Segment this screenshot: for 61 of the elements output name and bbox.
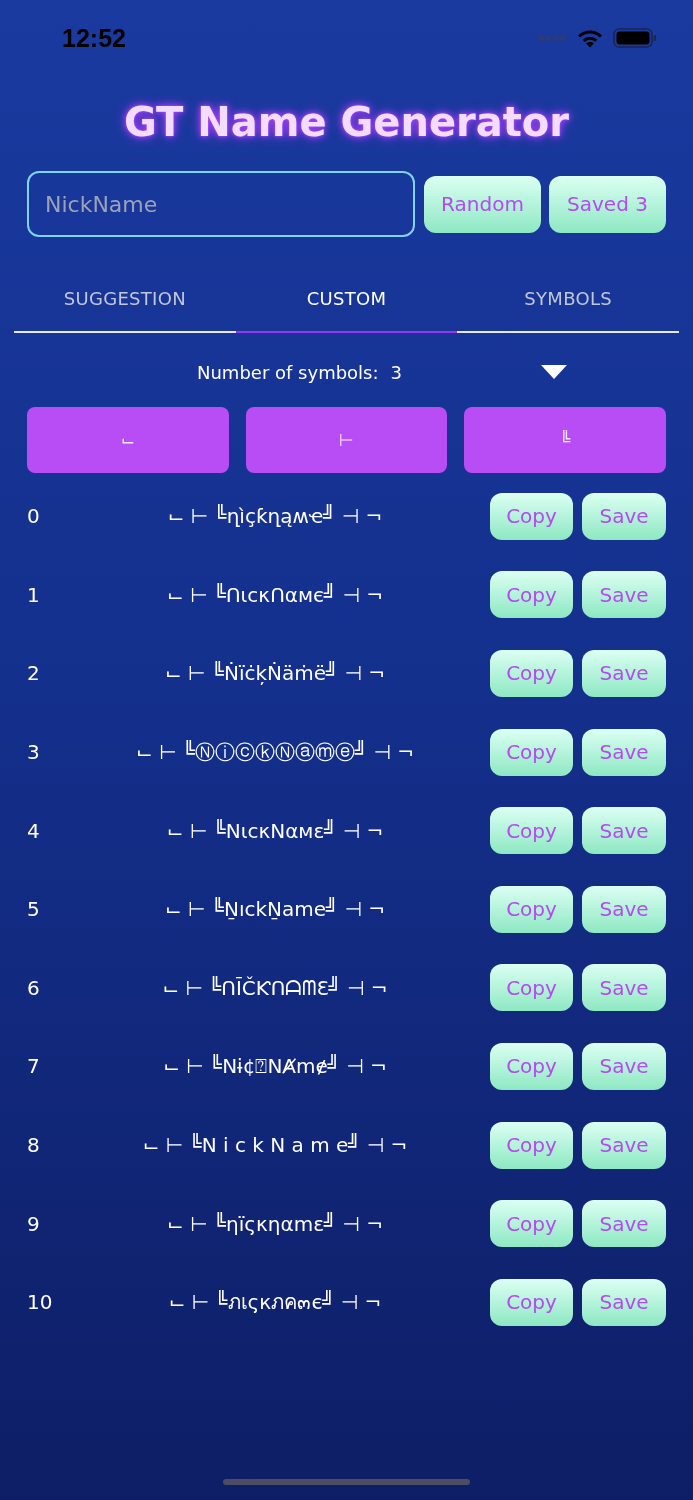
random-button[interactable]: Random [424, 175, 541, 233]
battery-icon [613, 28, 657, 48]
result-index: 1 [27, 582, 41, 607]
symbol-button[interactable]: ⊢ [245, 407, 448, 473]
generated-name: ⌙ ⊢ ╚ղìçƙղąʍҽ╝ ⊣ ¬ [166, 504, 384, 529]
result-index: 0 [27, 504, 41, 529]
generated-name: ⌙ ⊢ ╚ⓃⓘⓒⓚⓃⓐⓜⓔ╝ ⊣ ¬ [135, 738, 415, 766]
copy-button[interactable]: Copy [490, 964, 573, 1012]
wifi-icon [577, 28, 603, 48]
result-index: 6 [27, 975, 41, 1000]
status-time: 12:52 [62, 23, 126, 53]
copy-button[interactable]: Copy [490, 1042, 573, 1090]
app-title: GT Name Generator [122, 98, 571, 146]
save-button[interactable]: Save [582, 1121, 666, 1169]
result-index: 4 [27, 818, 41, 843]
generated-name: ⌙ ⊢ ╚NιcκNαмε╝ ⊣ ¬ [165, 818, 385, 843]
result-index: 9 [27, 1211, 41, 1236]
result-index: 7 [27, 1054, 41, 1079]
generated-name: ⌙ ⊢ ╚N i c k N a m e╝ ⊣ ¬ [141, 1133, 409, 1158]
tab[interactable]: SUGGESTION [14, 265, 236, 333]
symbol-button[interactable]: ╚ [464, 407, 666, 473]
generated-name: ⌙ ⊢ ╚ภเςкภค๓є╝ ⊣ ¬ [167, 1289, 383, 1317]
symbol-count-value: 3 [390, 361, 402, 383]
result-index: 5 [27, 897, 41, 922]
save-button[interactable]: Save [582, 571, 666, 619]
save-button[interactable]: Save [582, 885, 666, 933]
nickname-input-field[interactable]: NickName [27, 171, 415, 237]
save-button[interactable]: Save [582, 964, 666, 1012]
saved-button[interactable]: Saved 3 [549, 175, 666, 233]
tab[interactable]: CUSTOM [235, 265, 458, 333]
generated-name: ⌙ ⊢ ╚ՈιcκՈαмє╝ ⊣ ¬ [166, 582, 384, 607]
tab[interactable]: SYMBOLS [457, 265, 679, 333]
save-button[interactable]: Save [582, 1042, 666, 1090]
copy-button[interactable]: Copy [490, 728, 573, 776]
copy-button[interactable]: Copy [490, 1121, 573, 1169]
save-button[interactable]: Save [582, 1278, 666, 1326]
result-index: 3 [27, 740, 41, 765]
signal-icon [537, 34, 567, 42]
save-button[interactable]: Save [582, 492, 666, 540]
copy-button[interactable]: Copy [490, 1200, 573, 1248]
copy-button[interactable]: Copy [490, 807, 573, 855]
symbol-count-label: Number of symbols: [197, 361, 379, 383]
save-button[interactable]: Save [582, 1200, 666, 1248]
save-button[interactable]: Save [582, 728, 666, 776]
save-button[interactable]: Save [582, 650, 666, 697]
generated-name: ⌙ ⊢ ╚ṈıckṈame╝ ⊣ ¬ [164, 897, 386, 922]
result-index: 10 [27, 1290, 54, 1315]
copy-button[interactable]: Copy [490, 571, 573, 619]
copy-button[interactable]: Copy [490, 1278, 573, 1326]
copy-button[interactable]: Copy [490, 650, 573, 697]
generated-name: ⌙ ⊢ ╚ṄïċķṄäṁë╝ ⊣ ¬ [164, 661, 386, 686]
generated-name: ⌙ ⊢ ╚ՈĪČƘՈᗩᗰƐ╝ ⊣ ¬ [161, 975, 389, 1000]
save-button[interactable]: Save [582, 807, 666, 855]
symbol-button[interactable]: ⌙ [27, 407, 229, 473]
result-index: 2 [27, 661, 41, 686]
result-index: 8 [27, 1133, 41, 1158]
copy-button[interactable]: Copy [490, 492, 573, 540]
generated-name: ⌙ ⊢ ╚ηïςκηαmε╝ ⊣ ¬ [166, 1211, 384, 1236]
generated-name: ⌙ ⊢ ╚Nɨ¢⍰NȺmɇ╝ ⊣ ¬ [162, 1054, 388, 1079]
copy-button[interactable]: Copy [490, 885, 573, 933]
dropdown-triangle-icon[interactable] [541, 365, 567, 379]
